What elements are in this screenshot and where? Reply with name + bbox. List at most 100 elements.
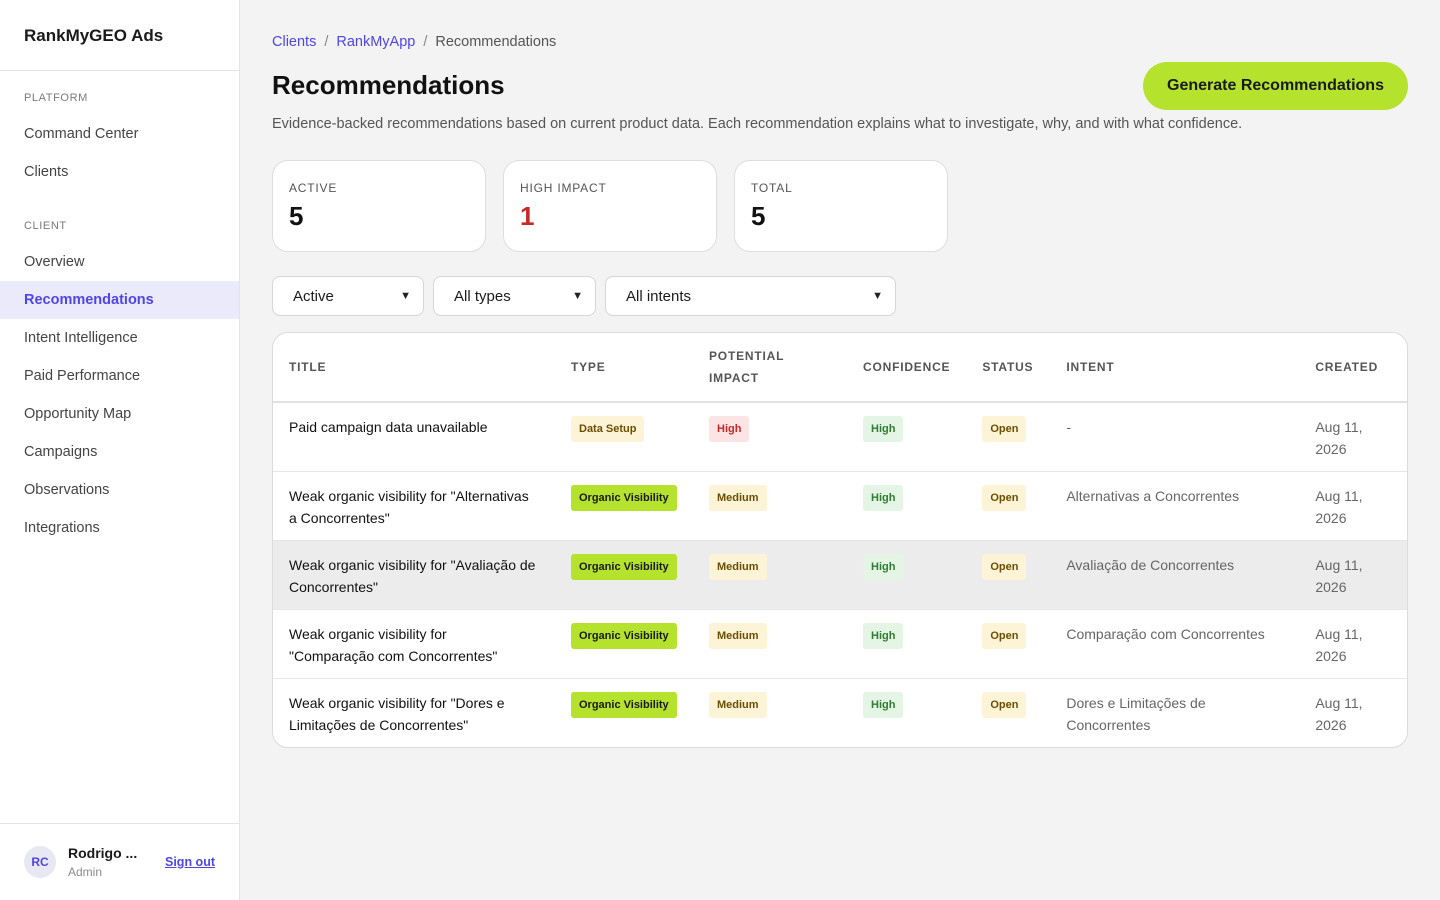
title-line1: Weak organic visibility for "Alternativa… [289, 487, 529, 504]
sidebar-item-observations[interactable]: Observations [0, 471, 239, 509]
user-panel: RC Rodrigo ... Admin Sign out [0, 823, 239, 900]
cell-title[interactable]: Paid campaign data unavailable [273, 402, 555, 472]
table-row[interactable]: Weak organic visibility for "Comparação c… [273, 609, 1407, 679]
user-role: Admin [68, 865, 103, 879]
sidebar-item-intent-intelligence[interactable]: Intent Intelligence [0, 319, 239, 357]
cell-status: Open [966, 609, 1051, 679]
sidebar-item-campaigns[interactable]: Campaigns [0, 433, 239, 471]
cell-created: Aug 11, 2026 [1299, 540, 1407, 610]
created-year: 2026 [1315, 716, 1347, 733]
column-header-intent[interactable]: INTENT [1050, 333, 1300, 403]
impact-badge: Medium [709, 691, 767, 718]
impact-badge: High [709, 416, 750, 442]
cell-intent: Comparação com Concorrentes [1050, 609, 1300, 679]
sidebar-item-overview[interactable]: Overview [0, 243, 239, 281]
sidebar-item-opportunity-map[interactable]: Opportunity Map [0, 395, 239, 433]
title-line1: Weak organic visibility for [289, 625, 447, 642]
title-line2: Concorrentes" [289, 578, 379, 595]
generate-recommendations-button[interactable]: Generate Recommendations [1143, 62, 1408, 110]
type-filter-select[interactable]: All types ▼ [433, 276, 596, 316]
breadcrumb-separator: / [324, 34, 329, 50]
cell-type: Organic Visibility [555, 471, 693, 541]
stat-card-active: ACTIVE 5 [272, 160, 486, 252]
sidebar-item-integrations[interactable]: Integrations [0, 509, 239, 547]
column-header-type[interactable]: TYPE [555, 333, 693, 403]
breadcrumb-current: Recommendations [435, 34, 557, 50]
created-year: 2026 [1315, 578, 1347, 595]
impact-badge: Medium [709, 553, 767, 580]
cell-title[interactable]: Weak organic visibility for "Alternativa… [273, 471, 555, 541]
cell-intent: Dores e Limitações de Concorrentes [1050, 678, 1299, 747]
user-name: Rodrigo ... [68, 845, 138, 861]
status-badge: Open [982, 691, 1027, 718]
breadcrumb-rankmyapp[interactable]: RankMyApp [336, 34, 415, 50]
confidence-badge: High [863, 622, 904, 649]
cell-title[interactable]: Weak organic visibility for "Comparação c… [273, 609, 555, 679]
cell-impact: Medium [693, 609, 847, 679]
table-header-row: TITLE TYPE POTENTIAL IMPACT CONFIDENCE ST… [273, 333, 1407, 403]
confidence-badge: High [863, 691, 904, 718]
title-line2: a Concorrentes" [289, 509, 390, 526]
breadcrumb-clients[interactable]: Clients [272, 34, 316, 50]
status-badge: Open [982, 484, 1027, 511]
intent-filter-select[interactable]: All intents ▼ [605, 276, 896, 316]
created-date: Aug 11, [1315, 419, 1363, 435]
brand-logo[interactable]: RankMyGEO Ads [0, 0, 239, 71]
cell-created: Aug 11, 2026 [1299, 609, 1407, 679]
stat-label: HIGH IMPACT [520, 181, 607, 195]
type-badge: Organic Visibility [571, 622, 677, 649]
column-header-impact[interactable]: POTENTIAL IMPACT [693, 333, 847, 403]
created-date: Aug 11, [1315, 487, 1363, 504]
status-badge: Open [982, 553, 1027, 580]
page-subtitle: Evidence-backed recommendations based on… [272, 116, 1243, 132]
column-header-title[interactable]: TITLE [273, 333, 555, 403]
cell-type: Organic Visibility [555, 609, 693, 679]
cell-impact: High [693, 402, 847, 472]
created-year: 2026 [1315, 441, 1347, 457]
cell-status: Open [966, 678, 1050, 747]
table-row[interactable]: Weak organic visibility for "Dores e Limi… [273, 678, 1407, 747]
column-header-created[interactable]: CREATED [1299, 333, 1407, 403]
avatar: RC [24, 846, 56, 878]
client-nav: Overview Recommendations Intent Intellig… [0, 243, 239, 547]
sidebar-item-command-center[interactable]: Command Center [0, 115, 239, 153]
table-row[interactable]: Paid campaign data unavailable Data Setu… [273, 402, 1407, 472]
column-header-impact-line1: POTENTIAL [709, 349, 785, 363]
page-title: Recommendations [272, 70, 505, 100]
chevron-down-icon: ▼ [872, 290, 883, 302]
cell-impact: Medium [693, 540, 847, 610]
stat-value: 5 [289, 201, 304, 231]
created-date: Aug 11, [1315, 556, 1363, 573]
user-info: Rodrigo ... Admin [68, 845, 148, 879]
cell-impact: Medium [693, 471, 847, 541]
cell-created: Aug 11, 2026 [1299, 471, 1407, 541]
breadcrumb: Clients / RankMyApp / Recommendations [272, 34, 556, 50]
nav-section-platform: PLATFORM [24, 92, 88, 104]
confidence-badge: High [863, 553, 904, 580]
impact-badge: Medium [709, 622, 767, 649]
cell-confidence: High [847, 540, 967, 610]
cell-title[interactable]: Weak organic visibility for "Avaliação d… [273, 540, 555, 610]
cell-type: Data Setup [555, 402, 693, 472]
column-header-status[interactable]: STATUS [966, 333, 1051, 403]
cell-impact: Medium [693, 678, 847, 747]
cell-intent: Alternativas a Concorrentes [1050, 471, 1300, 541]
stat-value: 5 [751, 201, 766, 231]
table-row[interactable]: Weak organic visibility for "Avaliação d… [273, 540, 1407, 610]
cell-created: Aug 11, 2026 [1299, 678, 1407, 747]
cell-confidence: High [847, 471, 967, 541]
stat-card-high-impact: HIGH IMPACT 1 [503, 160, 717, 252]
sidebar-item-paid-performance[interactable]: Paid Performance [0, 357, 239, 395]
cell-title[interactable]: Weak organic visibility for "Dores e Limi… [273, 678, 555, 747]
sign-out-link[interactable]: Sign out [165, 855, 215, 869]
created-date: Aug 11, [1315, 625, 1363, 642]
table-row[interactable]: Weak organic visibility for "Alternativa… [273, 471, 1407, 541]
column-header-confidence[interactable]: CONFIDENCE [847, 333, 967, 403]
sidebar-item-recommendations[interactable]: Recommendations [0, 281, 239, 319]
status-filter-select[interactable]: Active ▼ [272, 276, 424, 316]
stat-label: TOTAL [751, 181, 793, 195]
sidebar-item-clients[interactable]: Clients [0, 153, 239, 191]
chevron-down-icon: ▼ [572, 290, 583, 302]
created-year: 2026 [1315, 509, 1347, 526]
cell-intent: - [1050, 402, 1300, 472]
